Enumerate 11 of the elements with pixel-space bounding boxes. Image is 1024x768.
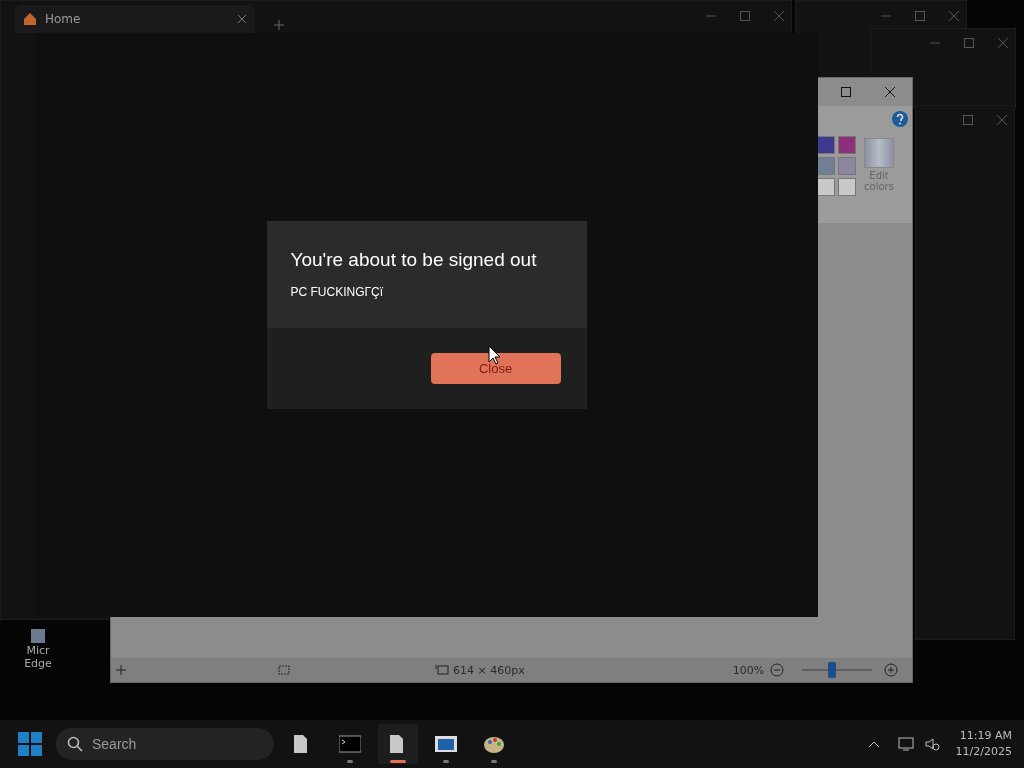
clock-date[interactable]: 11/2/2025 bbox=[955, 744, 1012, 760]
image-size-text: 614 × 460px bbox=[453, 663, 525, 677]
zoom-level: 100% bbox=[732, 663, 765, 677]
desktop-icon-label[interactable]: Micr bbox=[26, 644, 50, 657]
dialog-message: PC FUCKINGΓÇï bbox=[290, 285, 385, 299]
desktop-icon-label[interactable]: Edge bbox=[24, 657, 52, 670]
search-field[interactable]: Search bbox=[56, 728, 274, 760]
browser-tab[interactable]: Home bbox=[15, 5, 255, 33]
dialog-title: You're about to be signed out bbox=[290, 249, 538, 271]
tab-title: Home bbox=[45, 12, 82, 26]
clock-time[interactable]: 11:19 AM bbox=[959, 728, 1012, 744]
